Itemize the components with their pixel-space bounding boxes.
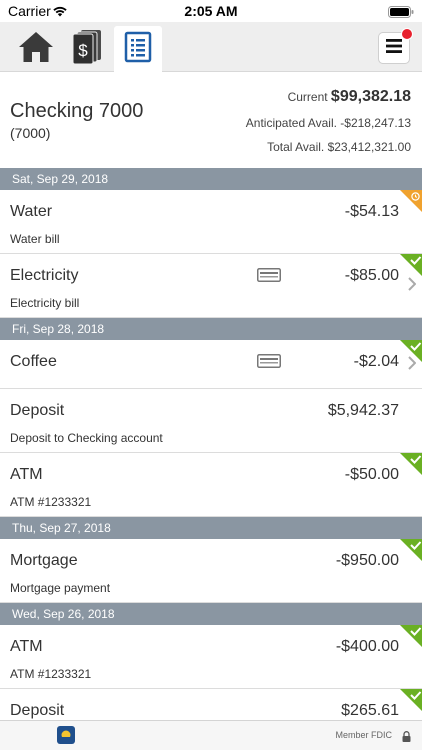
transaction-description: ATM [10,638,43,655]
transaction-row[interactable]: Water -$54.13 Water bill [0,190,422,254]
transaction-amount: -$950.00 [335,552,399,569]
transaction-row[interactable]: Deposit $265.61 [0,689,422,720]
cleared-check-icon [400,340,422,362]
hamburger-menu-icon [386,38,402,58]
account-summary: Checking 7000 (7000) Current $99,382.18 … [0,72,422,168]
date-header: Sat, Sep 29, 2018 [0,168,422,190]
transaction-row[interactable]: Electricity -$85.00 Electricity bill [0,254,422,318]
battery-icon [388,5,414,23]
register-icon [124,31,152,68]
money-icon: $ [71,29,103,70]
cleared-check-icon [400,689,422,711]
transaction-description: Mortgage [10,552,78,569]
tab-money[interactable]: $ [64,26,110,72]
tab-register[interactable] [114,26,162,72]
cleared-check-icon [400,539,422,561]
account-number: (7000) [10,125,51,141]
menu-button[interactable] [378,28,413,64]
transaction-description: Deposit [10,402,65,419]
transaction-amount: $265.61 [341,702,399,719]
transaction-row[interactable]: ATM -$400.00 ATM #1233321 [0,625,422,689]
tab-home[interactable] [13,26,59,72]
date-header: Thu, Sep 27, 2018 [0,517,422,539]
transaction-amount: -$400.00 [335,638,399,655]
transaction-amount: -$85.00 [344,267,399,284]
transaction-amount: -$50.00 [344,466,399,483]
transaction-memo: ATM #1233321 [10,495,92,509]
transaction-description: Water [10,203,53,220]
current-balance: Current $99,382.18 [288,88,411,106]
transaction-row[interactable]: Coffee -$2.04 [0,340,422,389]
transaction-memo: ATM #1233321 [10,667,92,681]
cleared-check-icon [400,453,422,475]
total-available: Total Avail. $23,412,321.00 [267,140,411,154]
account-name: Checking 7000 [10,100,144,122]
current-label: Current [287,90,328,104]
transaction-description: Electricity [10,267,79,284]
transaction-memo: Electricity bill [10,296,80,310]
transaction-memo: Mortgage payment [10,581,111,595]
date-header: Fri, Sep 28, 2018 [0,318,422,340]
transaction-description: ATM [10,466,43,483]
transaction-row[interactable]: Mortgage -$950.00 Mortgage payment [0,539,422,603]
transaction-description: Deposit [10,702,65,719]
bank-logo-icon[interactable] [57,726,75,744]
transaction-memo: Water bill [10,232,60,246]
footer: Member FDIC [0,720,422,750]
cleared-check-icon [400,625,422,647]
member-fdic-label: Member FDIC [335,730,392,740]
lock-icon [402,729,411,747]
home-icon [17,30,55,69]
transaction-amount: -$54.13 [344,203,399,220]
transaction-row[interactable]: Deposit $5,942.37 Deposit to Checking ac… [0,389,422,453]
transaction-row[interactable]: ATM -$50.00 ATM #1233321 [0,453,422,517]
pending-clock-icon [400,190,422,212]
current-balance-value: $99,382.18 [330,88,411,105]
svg-text:$: $ [78,41,88,60]
transaction-memo: Deposit to Checking account [10,431,163,445]
transaction-list[interactable]: Sat, Sep 29, 2018 Water -$54.13 Water bi… [0,168,422,720]
chevron-right-icon [408,277,417,296]
notification-badge [401,28,413,40]
status-bar: Carrier 2:05 AM [0,0,422,22]
transaction-amount: -$2.04 [353,353,399,370]
transaction-description: Coffee [10,353,57,370]
date-header: Wed, Sep 26, 2018 [0,603,422,625]
card-icon [257,354,281,373]
card-icon [257,268,281,287]
clock: 2:05 AM [184,3,238,19]
cleared-check-icon [400,254,422,276]
anticipated-available: Anticipated Avail. -$218,247.13 [245,116,411,130]
top-nav-bar: $ [0,22,422,72]
transaction-amount: $5,942.37 [327,402,399,419]
